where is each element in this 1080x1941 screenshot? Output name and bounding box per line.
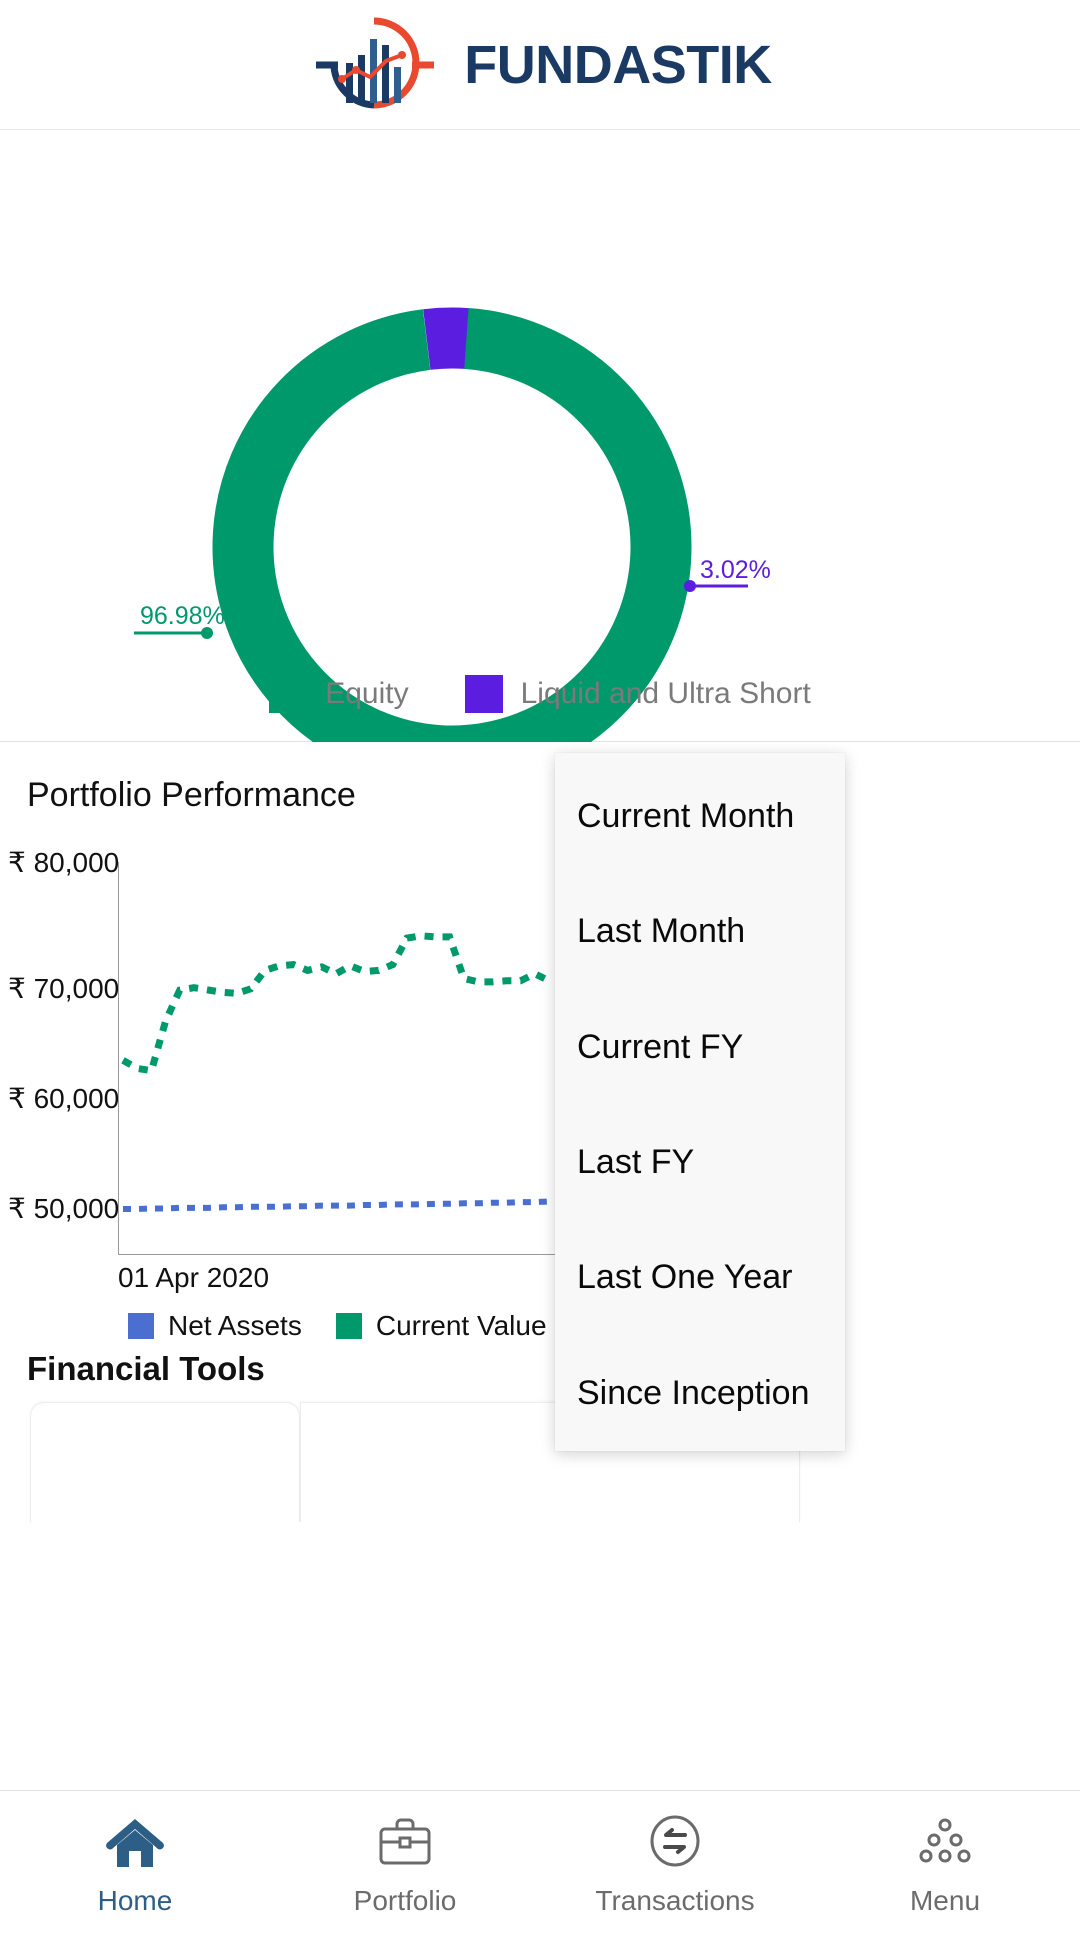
nav-label-transactions: Transactions <box>595 1885 755 1916</box>
line-net-assets <box>123 1198 550 1212</box>
equity-percent-label: 96.98% <box>140 602 225 630</box>
chart-x-axis <box>118 1254 558 1255</box>
dropdown-item-current-month[interactable]: Current Month <box>555 759 845 874</box>
allocation-chart-card: 96.98% 3.02% Equity Liquid and Ultra Sho… <box>0 130 1080 742</box>
allocation-donut-chart: 96.98% 3.02% <box>134 307 771 742</box>
portfolio-performance-card: Portfolio Performance ₹ 80,000 ₹ 70,000 … <box>0 742 1080 1522</box>
performance-legend: Net Assets Current Value <box>128 1310 547 1342</box>
portfolio-performance-title: Portfolio Performance <box>27 776 356 814</box>
legend-item-equity: Equity <box>269 675 409 713</box>
dropdown-item-last-month[interactable]: Last Month <box>555 874 845 989</box>
performance-chart: ₹ 80,000 ₹ 70,000 ₹ 60,000 ₹ 50,000 01 A… <box>0 847 560 1341</box>
legend-label-equity: Equity <box>325 677 409 710</box>
nav-label-menu: Menu <box>909 1885 981 1916</box>
dropdown-item-last-fy[interactable]: Last FY <box>555 1105 845 1220</box>
home-icon <box>106 1819 164 1867</box>
briefcase-icon <box>379 1818 431 1865</box>
nav-item-home[interactable]: Home <box>0 1791 270 1941</box>
financial-tool-card-1[interactable] <box>30 1402 300 1522</box>
y-tick-80000: ₹ 80,000 <box>8 847 120 878</box>
legend-item-current-value: Current Value <box>335 1310 547 1342</box>
dropdown-item-current-fy[interactable]: Current FY <box>555 990 845 1105</box>
nav-item-menu[interactable]: Menu <box>810 1791 1080 1941</box>
app-root: FUNDASTIK 96.98% 3.02% Equity Liquid and… <box>0 0 1080 1941</box>
legend-item-net-assets: Net Assets <box>128 1310 302 1342</box>
nav-label-portfolio: Portfolio <box>353 1885 457 1916</box>
legend-label-liquid: Liquid and Ultra Short <box>520 677 811 710</box>
nav-label-home: Home <box>97 1885 173 1916</box>
x-axis-date-label: 01 Apr 2020 <box>118 1262 270 1293</box>
y-tick-60000: ₹ 60,000 <box>8 1083 120 1114</box>
liquid-percent-label: 3.02% <box>700 556 771 584</box>
dots-grid-icon <box>919 1818 971 1863</box>
legend-label-current-value: Current Value <box>375 1310 547 1341</box>
legend-swatch-equity <box>269 675 308 713</box>
performance-line-plot <box>121 932 551 1212</box>
financial-tools-title: Financial Tools <box>27 1350 265 1387</box>
nav-item-transactions[interactable]: Transactions <box>540 1791 810 1941</box>
legend-swatch-current-value <box>335 1313 362 1339</box>
swap-circle-icon <box>650 1815 700 1867</box>
legend-swatch-net-assets <box>128 1313 154 1339</box>
legend-label-net-assets: Net Assets <box>168 1310 302 1341</box>
bottom-navigation: Home Portfolio Transactions Menu <box>0 1790 1080 1941</box>
nav-item-portfolio[interactable]: Portfolio <box>270 1791 540 1941</box>
legend-item-liquid: Liquid and Ultra Short <box>464 675 811 713</box>
brand-logo: FUNDASTIK <box>308 15 772 115</box>
legend-swatch-liquid <box>464 675 503 713</box>
dropdown-item-last-one-year[interactable]: Last One Year <box>555 1220 845 1335</box>
y-tick-50000: ₹ 50,000 <box>8 1193 120 1224</box>
line-current-value <box>121 932 551 1075</box>
allocation-legend: Equity Liquid and Ultra Short <box>0 675 1080 713</box>
y-tick-70000: ₹ 70,000 <box>8 973 120 1004</box>
brand-name: FUNDASTIK <box>464 34 772 95</box>
app-header: FUNDASTIK <box>0 0 1080 130</box>
period-filter-dropdown[interactable]: Current Month Last Month Current FY Last… <box>555 753 845 1451</box>
fundastik-logo-icon <box>316 17 435 108</box>
dropdown-item-since-inception[interactable]: Since Inception <box>555 1336 845 1451</box>
